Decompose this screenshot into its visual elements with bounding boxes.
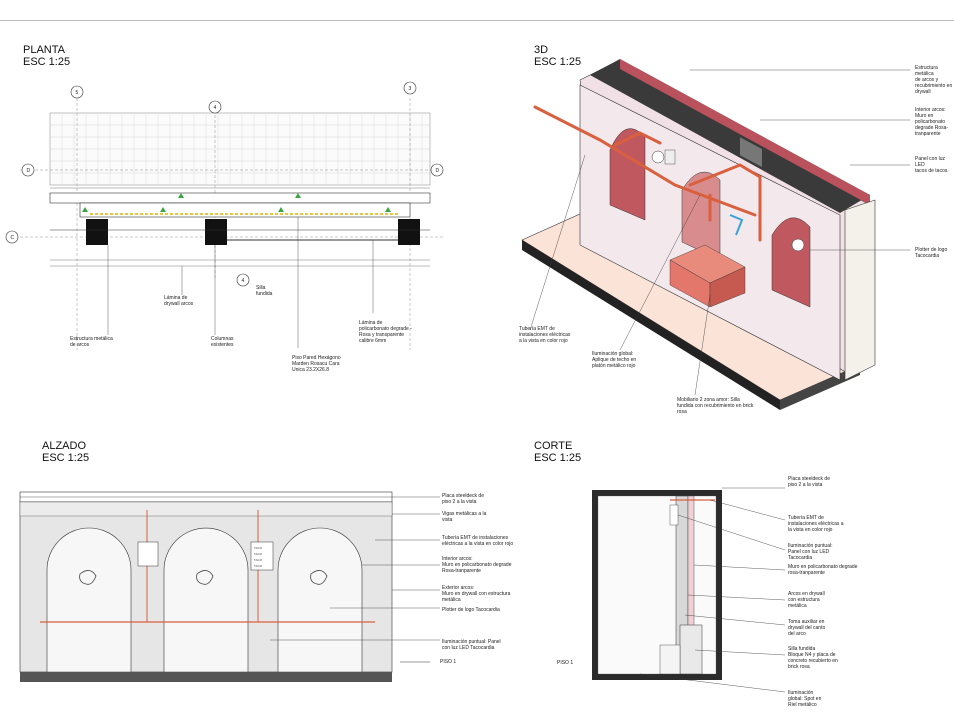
- alzado-name: ALZADO: [42, 440, 87, 452]
- alzado-note-tuberia: Tubería EMT de instalaciones eléctricas …: [442, 535, 514, 547]
- alzado-note-plotter: Plotter de logo Tacocardia: [442, 607, 500, 613]
- taco-sign-line-1: TACO: [254, 546, 263, 550]
- arch-band: [79, 202, 411, 218]
- arch-center: [163, 527, 249, 673]
- side-panel: [844, 199, 876, 381]
- model3d-note-estructura: Estructura metálica de arcos y recubrimi…: [915, 65, 953, 95]
- alzado-note-exterior: Exterior arcos: Muro en drywall con estr…: [442, 585, 511, 603]
- planta-note-lamina-arcos: Lámina de drywall arcos: [164, 295, 194, 307]
- column-left: [86, 219, 108, 245]
- corte-note-iluminacion-puntual: Iluminación puntual: Panel con luz LED T…: [788, 543, 833, 561]
- taco-sign-line-3: TACO: [254, 558, 263, 562]
- model3d-note-tuberia: Tubería EMT de instalaciones eléctricas …: [519, 326, 571, 344]
- bubble-5: 5: [76, 90, 79, 96]
- alzado-note-iluminacion: Iluminación puntual: Panel con luz LED T…: [442, 639, 501, 651]
- model3d-drawing: [521, 59, 910, 410]
- column-center: [205, 219, 227, 245]
- alzado-drawing: TACO TACO TACO TACO: [19, 491, 440, 682]
- corte-name: CORTE: [534, 440, 573, 452]
- model3d-note-interior: Interior arcos: Muro en policarbonato de…: [915, 107, 949, 137]
- floor-base: [20, 672, 392, 682]
- alzado-note-vigas: Vigas metálicas a la vista: [442, 511, 487, 523]
- planta-title: PLANTA ESC 1:25: [23, 44, 70, 68]
- corte-note-muro: Muro en policarbonato degrade rosa-tranp…: [788, 564, 858, 576]
- bubble-4-top: 4: [214, 105, 217, 111]
- beam-band: [19, 501, 393, 517]
- corte-drawing: [592, 487, 786, 693]
- floor-section: [592, 674, 722, 680]
- corte-note-toma: Toma auxiliar en drywall del canto del a…: [788, 619, 826, 637]
- taco-sign-line-4: TACO: [254, 564, 263, 568]
- corte-level-piso: PISO 1: [557, 660, 574, 666]
- alzado-note-placa: Placa steeldeck de piso 2 a la vista: [442, 493, 484, 505]
- logo-plotter-2: [791, 238, 805, 252]
- model3d-note-iluminacion: Iluminación global: Aplique de techo en …: [592, 351, 637, 369]
- corte-note-arcos: Arcos en drywall con estructura metálica: [788, 591, 825, 609]
- planta-note-columnas: Columnas existentes: [211, 336, 234, 348]
- alzado-level-piso: PISO 1: [440, 659, 457, 665]
- corte-note-placa: Placa steeldeck de piso 2 a la vista: [788, 476, 830, 488]
- model3d-note-mobiliario: Mobiliario 2 zona amor: Silla fundida co…: [677, 397, 754, 415]
- model3d-note-panel: Panel con luz LED tacos de tacos.: [915, 156, 949, 174]
- bubble-d-right: D: [436, 168, 440, 174]
- corte-note-iluminacion-global: Iluminación global: Spot en Riel metálic…: [788, 690, 822, 708]
- arch-left: [46, 527, 132, 673]
- alzado-title: ALZADO ESC 1:25: [42, 440, 89, 464]
- arch-opening-left: [609, 128, 646, 221]
- arch-right: [277, 527, 363, 673]
- slab-top: [592, 490, 722, 496]
- corte-note-tuberia: Tubería EMT de instalaciones eléctricas …: [788, 515, 844, 533]
- taco-sign-line-2: TACO: [254, 552, 263, 556]
- seat-section: [659, 644, 681, 675]
- corte-title: CORTE ESC 1:25: [534, 440, 581, 464]
- bench-section: [679, 624, 703, 675]
- bubble-d-left: D: [27, 168, 31, 174]
- planta-note-piso: Piso Pared Hexágono Marden Rosacu Cara U…: [292, 355, 341, 373]
- column-right: [398, 219, 420, 245]
- led-panel-1: [664, 149, 676, 165]
- model3d-note-plotter: Plotter de logo Tacocardia: [915, 247, 948, 259]
- planta-note-policarbonato: Lámina de policarbonato degrade - Rosa y…: [359, 320, 412, 344]
- alzado-scale: ESC 1:25: [42, 452, 90, 464]
- planta-scale: ESC 1:25: [23, 56, 71, 68]
- bubble-c: C: [11, 235, 15, 241]
- bubble-3: 3: [409, 86, 412, 92]
- bubble-4-bottom: 4: [242, 278, 245, 284]
- planta-note-estructura: Estructura metálica de arcos: [70, 336, 113, 348]
- planta-note-silla: Silla fundida: [256, 285, 273, 297]
- sign-box-left: [137, 541, 159, 567]
- wall-strip: [49, 192, 431, 204]
- led-panel-section: [669, 504, 679, 526]
- wall-left: [592, 490, 598, 680]
- logo-plotter-1: [651, 150, 665, 164]
- planta-name: PLANTA: [23, 44, 65, 56]
- corte-note-silla: Silla fundida Bloque N4 y placa de concr…: [788, 646, 838, 670]
- sheet-border-line: [0, 20, 954, 21]
- corte-scale: ESC 1:25: [534, 452, 582, 464]
- alzado-note-interior: Interior arcos: Muro en policarbonato de…: [442, 556, 512, 574]
